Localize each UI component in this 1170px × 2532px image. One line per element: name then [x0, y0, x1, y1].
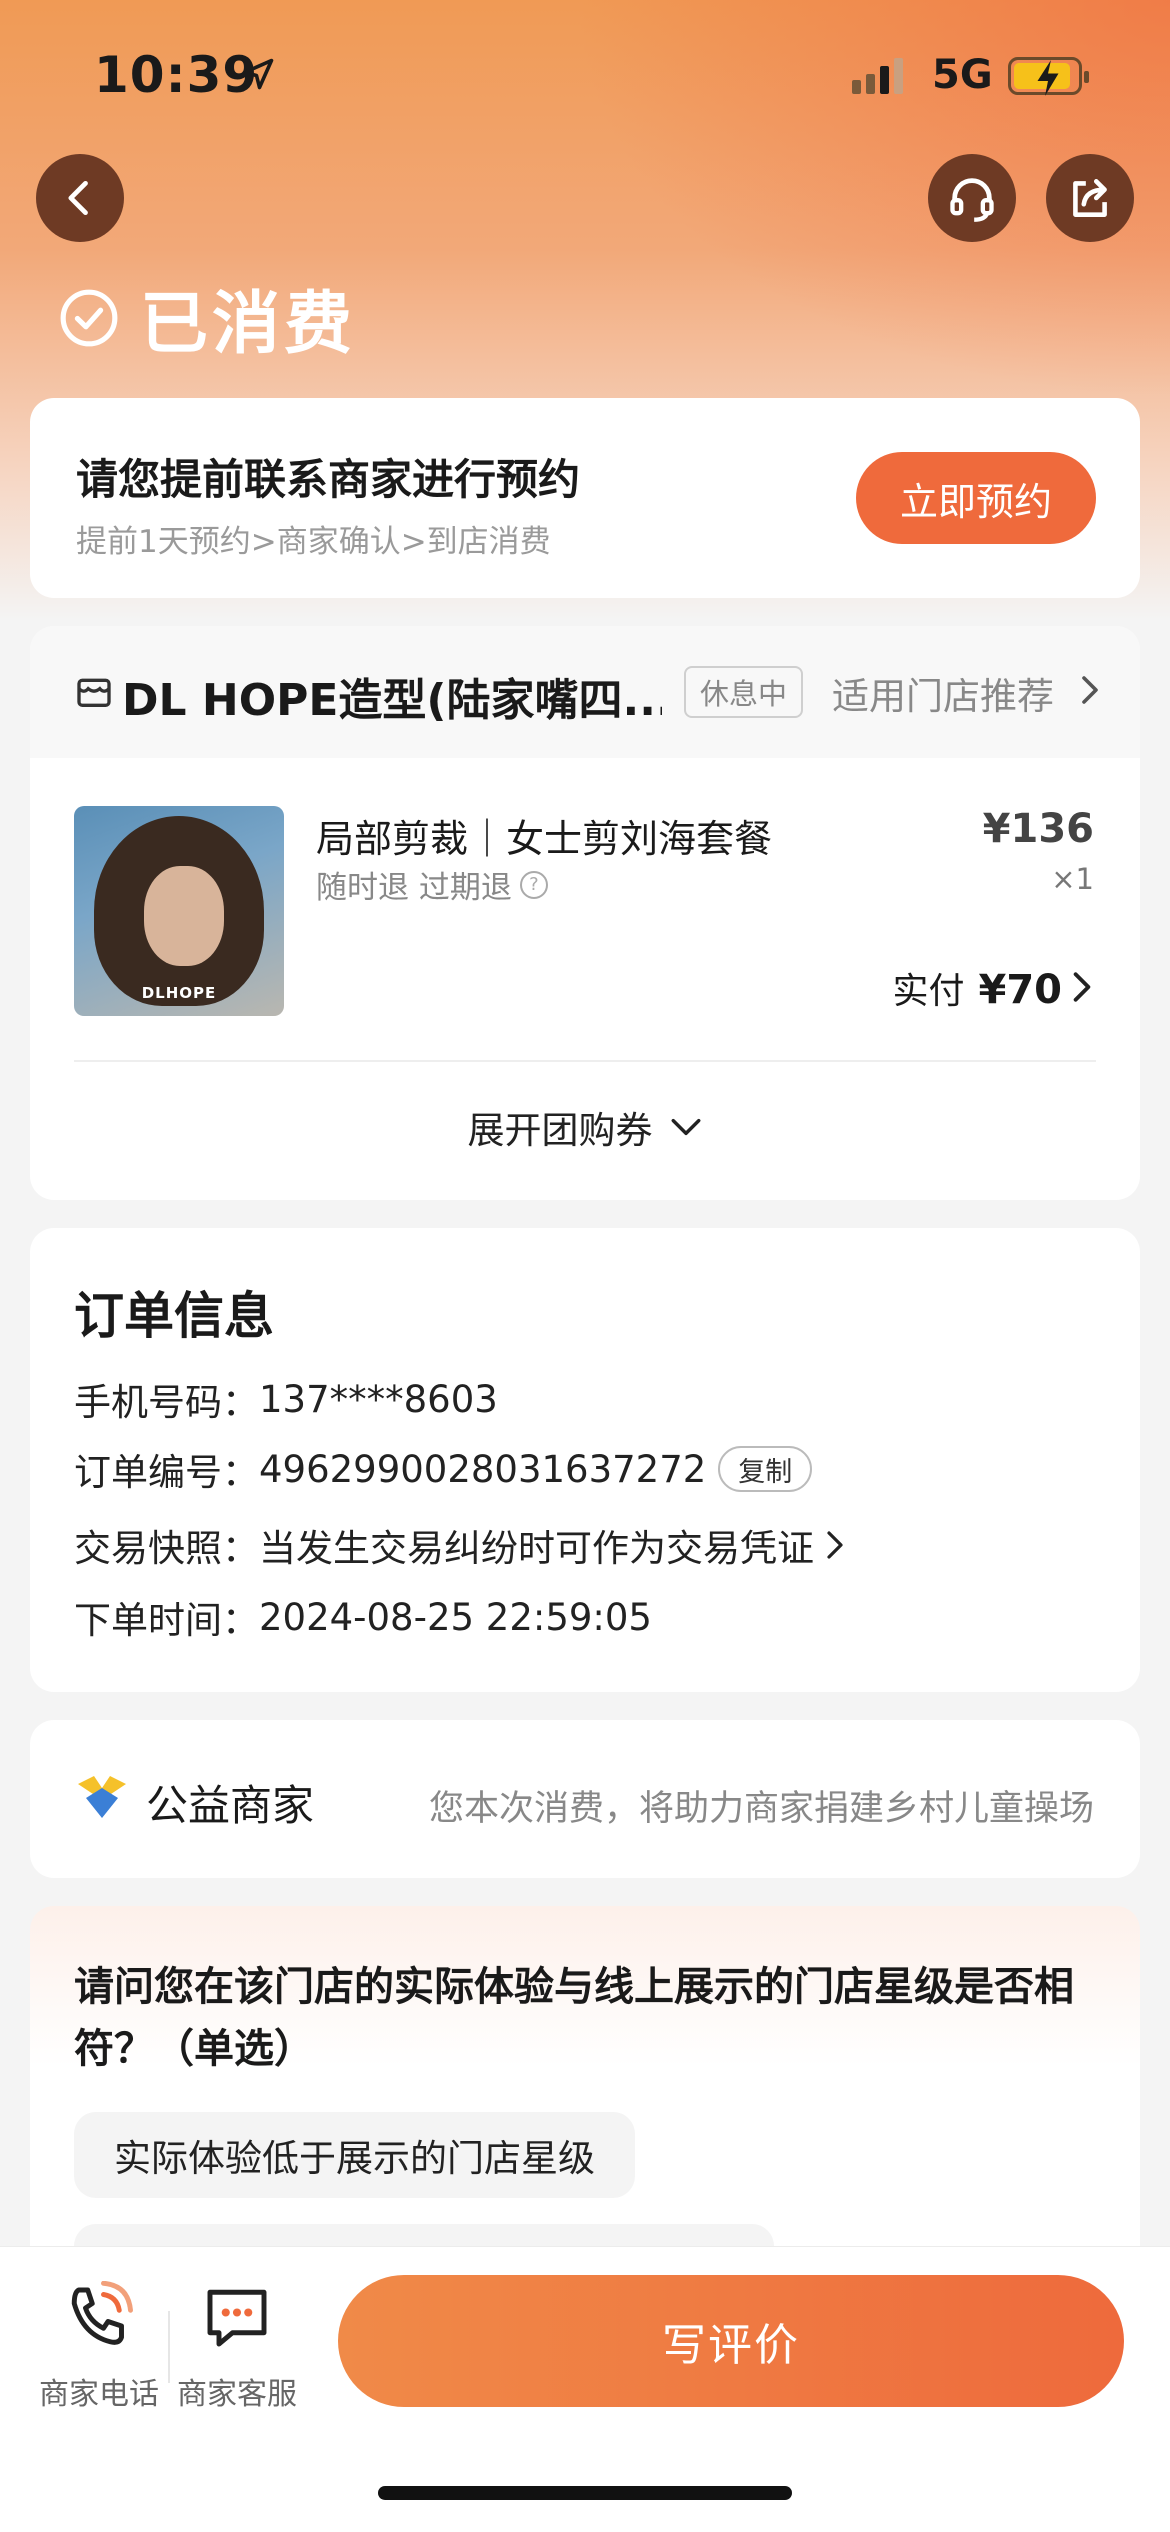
order-info-card: 订单信息 手机号码： 137****8603 订单编号： 49629900280…	[30, 1228, 1140, 1692]
survey-option[interactable]: 实际体验低于展示的门店星级	[74, 2112, 635, 2198]
copy-button[interactable]: 复制	[718, 1446, 813, 1492]
store-icon	[77, 678, 111, 707]
help-icon[interactable]: ?	[519, 870, 548, 899]
expand-vouchers-label: 展开团购券	[467, 1109, 653, 1152]
snapshot-value: 当发生交易纠纷时可作为交易凭证	[259, 1527, 814, 1570]
charity-card[interactable]: 公益商家 您本次消费，将助力商家捐建乡村儿童操场	[30, 1720, 1140, 1878]
customer-service-button[interactable]	[928, 154, 1016, 242]
phone-value: 137****8603	[259, 1377, 498, 1421]
battery-icon	[1008, 57, 1089, 96]
booking-card: 请您提前联系商家进行预约 提前1天预约>商家确认>到店消费 立即预约	[30, 398, 1140, 598]
network-type: 5G	[932, 52, 993, 98]
status-text: 已消费	[140, 285, 357, 364]
paid-label: 实付	[892, 971, 965, 1012]
product-quantity: ×1	[1051, 862, 1094, 896]
charity-heart-icon	[78, 1776, 126, 1818]
booking-title: 请您提前联系商家进行预约	[76, 455, 581, 504]
order-number-value: 4962990028031637272	[259, 1447, 707, 1491]
paid-amount-row[interactable]: 实付 ¥70	[892, 962, 1062, 1014]
merchant-service-button[interactable]: 商家客服	[172, 2281, 302, 2413]
order-info-title: 订单信息	[74, 1287, 274, 1345]
charity-description: 您本次消费，将助力商家捐建乡村儿童操场	[428, 1789, 1094, 1829]
chevron-left-icon	[68, 180, 88, 216]
share-button[interactable]	[1046, 154, 1134, 242]
order-number-row: 订单编号： 4962990028031637272 复制	[74, 1442, 813, 1496]
signal-icon	[852, 58, 903, 94]
status-bar: 10:39 5G	[0, 0, 1170, 150]
merchant-service-label: 商家客服	[177, 2377, 297, 2412]
product-image[interactable]: DLHOPE	[74, 806, 284, 1016]
status-time: 10:39	[94, 46, 259, 104]
back-button[interactable]	[36, 154, 124, 242]
chevron-right-icon	[1073, 972, 1091, 1002]
divider	[74, 1060, 1096, 1062]
order-time-row: 下单时间： 2024-08-25 22:59:05	[74, 1590, 652, 1644]
survey-question: 请问您在该门店的实际体验与线上展示的门店星级是否相符？（单选）	[74, 1964, 1074, 2072]
divider	[168, 2311, 170, 2383]
product-image-logo: DLHOPE	[141, 984, 217, 1002]
write-review-button[interactable]: 写评价	[338, 2275, 1124, 2407]
shop-card: DL HOPE造型(陆家嘴四... 休息中 适用门店推荐 DLHOPE 局部剪裁…	[30, 626, 1140, 1200]
order-status-title: 已消费	[58, 268, 356, 367]
snapshot-label: 交易快照：	[74, 1527, 259, 1570]
refund-tags-text: 随时退 过期退	[316, 870, 512, 906]
refund-tags: 随时退 过期退 ?	[316, 862, 548, 907]
book-now-button[interactable]: 立即预约	[856, 452, 1096, 544]
phone-icon	[71, 2280, 133, 2345]
merchant-phone-button[interactable]: 商家电话	[34, 2280, 164, 2413]
expand-vouchers-button[interactable]: 展开团购券	[30, 1100, 1140, 1154]
paid-amount: ¥70	[978, 967, 1063, 1013]
order-number-label: 订单编号：	[74, 1451, 259, 1494]
charity-label: 公益商家	[146, 1781, 315, 1830]
booking-steps: 提前1天预约>商家确认>到店消费	[76, 524, 551, 560]
merchant-phone-label: 商家电话	[39, 2377, 159, 2412]
chevron-right-icon	[827, 1531, 843, 1559]
shop-name[interactable]: DL HOPE造型(陆家嘴四...	[122, 664, 662, 728]
chevron-down-icon	[671, 1118, 700, 1136]
applicable-stores-link[interactable]: 适用门店推荐	[832, 666, 1054, 720]
product-name[interactable]: 局部剪裁｜女士剪刘海套餐	[316, 808, 772, 863]
home-indicator	[378, 2486, 792, 2500]
headset-icon	[950, 178, 994, 222]
phone-label: 手机号码：	[74, 1381, 259, 1424]
snapshot-row[interactable]: 交易快照： 当发生交易纠纷时可作为交易凭证	[74, 1518, 848, 1572]
share-icon	[1073, 179, 1107, 217]
chat-icon	[207, 2289, 267, 2347]
check-circle-icon	[60, 289, 118, 346]
order-time-label: 下单时间：	[74, 1599, 259, 1642]
shop-header[interactable]: DL HOPE造型(陆家嘴四... 休息中 适用门店推荐	[30, 626, 1140, 758]
order-time-value: 2024-08-25 22:59:05	[259, 1595, 652, 1639]
location-arrow-icon	[242, 58, 274, 90]
phone-row: 手机号码： 137****8603	[74, 1372, 498, 1426]
shop-status-badge: 休息中	[684, 666, 804, 718]
chevron-right-icon	[1082, 676, 1098, 704]
product-price: ¥136	[982, 806, 1094, 852]
